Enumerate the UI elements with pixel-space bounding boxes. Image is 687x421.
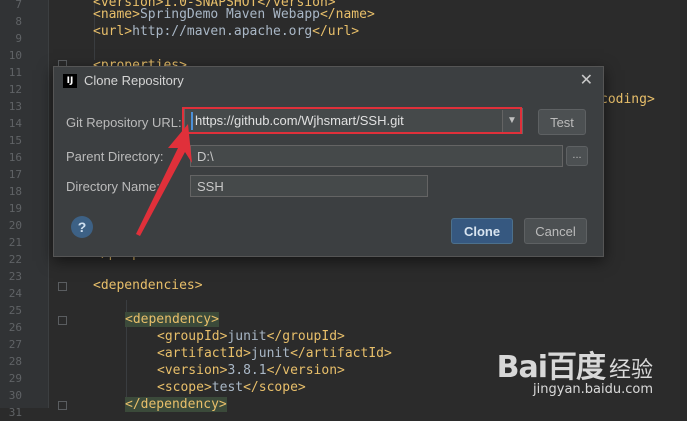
watermark-label: 经验 [608, 358, 653, 383]
baidu-watermark: Bai百度 经验 jingyan.baidu.com [496, 342, 653, 397]
arrow-icon [136, 124, 192, 236]
watermark-logo: Bai百度 [496, 350, 606, 385]
watermark-url: jingyan.baidu.com [533, 382, 653, 397]
